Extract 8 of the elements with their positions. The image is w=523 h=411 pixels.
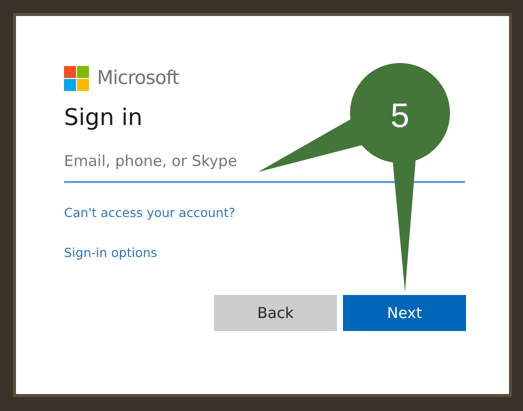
text-link[interactable]: Sign-in options <box>64 244 158 264</box>
page-title: Sign in <box>64 104 142 132</box>
logo-icon <box>64 66 89 91</box>
callout-number: 5 <box>390 97 410 135</box>
text-link[interactable]: Can't access your account? <box>64 204 236 222</box>
next-button[interactable]: Next <box>343 295 466 332</box>
brand-name: Microsoft <box>97 66 179 91</box>
back-button[interactable]: Back <box>214 295 337 332</box>
